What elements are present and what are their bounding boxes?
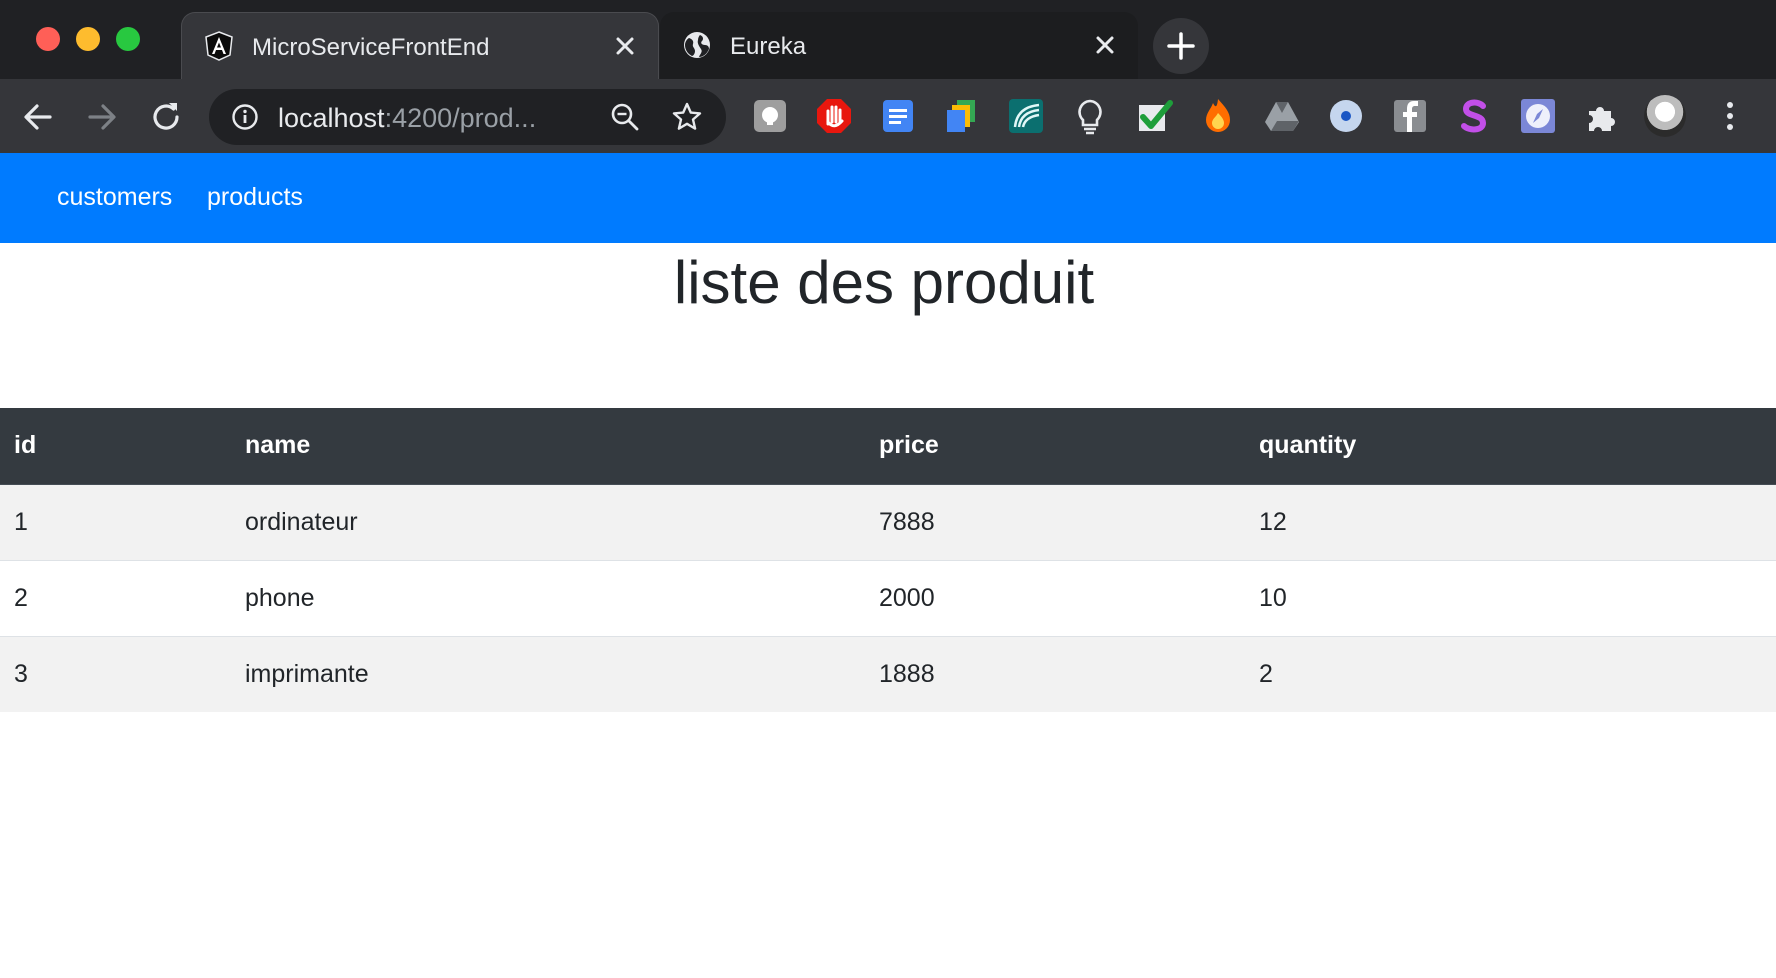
reload-icon[interactable] [146, 97, 186, 137]
plus-icon [1167, 32, 1195, 60]
column-header-quantity: quantity [1245, 408, 1776, 485]
url-text: localhost:4200/prod... [278, 103, 536, 134]
google-docs-extension-icon[interactable] [879, 97, 917, 135]
cell-quantity: 10 [1245, 559, 1776, 636]
cell-quantity: 2 [1245, 635, 1776, 712]
url-host: localhost [278, 103, 385, 133]
app-navbar: customers products [0, 153, 1776, 243]
cell-name: phone [231, 559, 865, 636]
zoom-icon[interactable] [609, 101, 641, 133]
cell-id: 1 [0, 483, 231, 560]
purple-s-extension-icon[interactable] [1455, 97, 1493, 135]
minimize-window-button[interactable] [76, 27, 100, 51]
cell-price: 1888 [865, 635, 1245, 712]
adblock-hand-extension-icon[interactable] [815, 97, 853, 135]
address-bar[interactable]: localhost:4200/prod... [209, 89, 726, 145]
gray-bubble-extension-icon[interactable] [751, 97, 789, 135]
close-icon[interactable] [612, 33, 638, 59]
teal-wave-extension-icon[interactable] [1007, 97, 1045, 135]
url-path: :4200/prod... [384, 103, 537, 133]
close-window-button[interactable] [36, 27, 60, 51]
fire-extension-icon[interactable] [1199, 97, 1237, 135]
compass-extension-icon[interactable] [1519, 97, 1557, 135]
forward-arrow-icon[interactable] [82, 97, 122, 137]
blue-circle-extension-icon[interactable] [1327, 97, 1365, 135]
nav-link-products[interactable]: products [207, 183, 303, 212]
nav-link-customers[interactable]: customers [57, 183, 172, 212]
table-row: 1 ordinateur 7888 12 [0, 483, 1776, 560]
globe-icon [684, 32, 710, 58]
back-arrow-icon[interactable] [18, 97, 58, 137]
table-header-row: id name price quantity [0, 408, 1776, 485]
bookmark-star-icon[interactable] [671, 101, 703, 133]
puzzle-extensions-icon[interactable] [1583, 97, 1621, 135]
green-check-extension-icon[interactable] [1135, 97, 1173, 135]
tab-title: Eureka [730, 33, 807, 60]
cell-name: imprimante [231, 635, 865, 712]
cell-price: 2000 [865, 559, 1245, 636]
tab-eureka[interactable]: Eureka [660, 12, 1138, 79]
column-header-id: id [0, 408, 231, 485]
facebook-extension-icon[interactable] [1391, 97, 1429, 135]
table-row: 2 phone 2000 10 [0, 559, 1776, 636]
cell-id: 3 [0, 635, 231, 712]
cell-id: 2 [0, 559, 231, 636]
file-stack-extension-icon[interactable] [943, 97, 981, 135]
browser-tab-strip: MicroServiceFrontEnd Eureka [0, 0, 1776, 79]
table-row: 3 imprimante 1888 2 [0, 635, 1776, 712]
browser-toolbar: localhost:4200/prod... [0, 79, 1776, 153]
page-title: liste des produit [673, 249, 1095, 316]
site-info-icon[interactable] [231, 103, 259, 131]
angular-icon [205, 31, 233, 61]
cell-name: ordinateur [231, 483, 865, 560]
tab-microservicefrontend[interactable]: MicroServiceFrontEnd [181, 12, 659, 79]
maximize-window-button[interactable] [116, 27, 140, 51]
close-icon[interactable] [1092, 32, 1118, 58]
new-tab-button[interactable] [1153, 18, 1209, 74]
cell-price: 7888 [865, 483, 1245, 560]
lightbulb-extension-icon[interactable] [1071, 97, 1109, 135]
tab-title: MicroServiceFrontEnd [252, 34, 490, 61]
column-header-price: price [865, 408, 1245, 485]
products-table: id name price quantity 1 ordinateur 7888… [0, 408, 1776, 712]
menu-kebab-icon[interactable] [1718, 97, 1742, 135]
cell-quantity: 12 [1245, 483, 1776, 560]
profile-avatar[interactable] [1644, 95, 1686, 137]
column-header-name: name [231, 408, 865, 485]
drive-extension-icon[interactable] [1263, 97, 1301, 135]
